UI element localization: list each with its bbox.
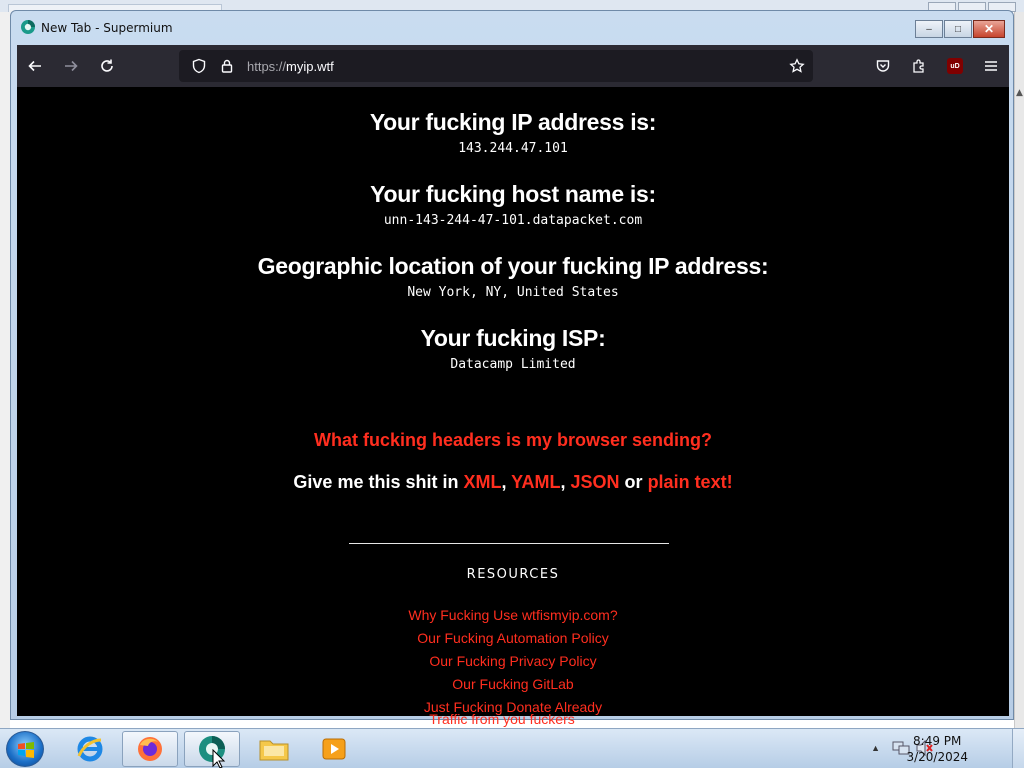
window-title: New Tab - Supermium <box>41 21 173 35</box>
forward-arrow-icon <box>65 60 78 72</box>
pocket-button[interactable] <box>865 48 901 84</box>
folder-icon <box>259 740 289 761</box>
taskbar: ▲ 8:49 PM 3/20/2024 <box>0 728 1024 768</box>
headers-link[interactable]: What fucking headers is my browser sendi… <box>17 430 1009 451</box>
shield-icon[interactable] <box>191 58 207 74</box>
show-desktop-button[interactable] <box>1012 729 1024 768</box>
supermium-icon <box>21 20 35 34</box>
ip-value: 143.244.47.101 <box>458 141 568 156</box>
extensions-button[interactable] <box>901 48 937 84</box>
url-bar[interactable]: https://myip.wtf <box>179 50 813 82</box>
forward-button[interactable] <box>53 48 89 84</box>
yaml-link[interactable]: YAML <box>511 472 560 492</box>
ublock-button[interactable]: uD <box>937 48 973 84</box>
file-explorer-button[interactable] <box>246 731 302 767</box>
isp-heading: Your fucking ISP: <box>420 325 606 351</box>
formats-or: or <box>619 472 648 492</box>
background-window-left <box>0 12 10 728</box>
plain-text-link[interactable]: plain text! <box>648 472 733 492</box>
title-bar[interactable]: New Tab - Supermium – □ ✕ <box>11 11 1013 45</box>
page-content: Your fucking IP address is: 143.244.47.1… <box>17 87 1009 716</box>
formats-separator: , <box>560 472 571 492</box>
media-player-button[interactable] <box>306 731 362 767</box>
maximize-button[interactable]: □ <box>944 20 972 38</box>
host-value: unn-143-244-47-101.datapacket.com <box>383 213 643 228</box>
scroll-up-icon[interactable]: ▲ <box>1016 88 1023 98</box>
formats-separator: , <box>501 472 512 492</box>
resources-heading: RESOURCES <box>466 567 560 582</box>
back-button[interactable] <box>17 48 53 84</box>
lock-icon[interactable] <box>219 58 235 74</box>
reload-button[interactable] <box>89 48 125 84</box>
clock-date: 3/20/2024 <box>906 750 968 764</box>
menu-icon <box>985 61 997 71</box>
ublock-icon: uD <box>947 58 963 74</box>
internet-explorer-icon <box>77 736 103 762</box>
geo-value: New York, NY, United States <box>407 285 619 300</box>
start-button[interactable] <box>6 731 44 767</box>
ip-heading: Your fucking IP address is: <box>369 109 657 135</box>
background-scrollbar[interactable]: ▲ <box>1014 12 1024 728</box>
resource-link[interactable]: Traffic from you fuckers <box>0 711 1004 727</box>
geo-heading: Geographic location of your fucking IP a… <box>257 253 769 279</box>
browser-toolbar: https://myip.wtf uD <box>17 45 1009 87</box>
reload-icon <box>101 59 113 72</box>
windows-flag-icon <box>18 742 34 758</box>
media-player-icon <box>322 738 346 760</box>
firefox-button[interactable] <box>122 731 178 767</box>
clock[interactable]: 8:49 PM 3/20/2024 <box>906 733 968 765</box>
resource-link[interactable]: Why Fucking Use wtfismyip.com? <box>17 607 1009 623</box>
url-scheme: https:// <box>247 58 287 74</box>
extensions-icon <box>913 59 924 73</box>
pocket-icon <box>876 60 890 72</box>
close-button[interactable]: ✕ <box>973 20 1005 38</box>
json-link[interactable]: JSON <box>571 472 620 492</box>
resource-link[interactable]: Our Fucking Privacy Policy <box>17 653 1009 669</box>
firefox-icon <box>138 737 162 761</box>
divider <box>349 543 669 544</box>
show-hidden-icons-icon[interactable]: ▲ <box>871 743 880 753</box>
menu-button[interactable] <box>973 48 1009 84</box>
star-icon[interactable] <box>789 58 805 74</box>
resource-link[interactable]: Our Fucking Automation Policy <box>17 630 1009 646</box>
mouse-cursor-icon <box>212 749 226 768</box>
url-text[interactable]: https://myip.wtf <box>247 59 334 74</box>
host-heading: Your fucking host name is: <box>370 181 656 207</box>
internet-explorer-button[interactable] <box>62 731 118 767</box>
clock-time: 8:49 PM <box>913 734 962 748</box>
isp-value: Datacamp Limited <box>450 357 576 372</box>
minimize-button[interactable]: – <box>915 20 943 38</box>
xml-link[interactable]: XML <box>463 472 501 492</box>
formats-prefix: Give me this shit in <box>293 472 464 492</box>
resource-link[interactable]: Our Fucking GitLab <box>17 676 1009 692</box>
back-arrow-icon <box>28 60 41 72</box>
url-host: myip.wtf <box>286 58 334 74</box>
formats-line: Give me this shit in XML, YAML, JSON or … <box>17 472 1009 493</box>
browser-window: New Tab - Supermium – □ ✕ https://myip.w… <box>10 10 1014 720</box>
